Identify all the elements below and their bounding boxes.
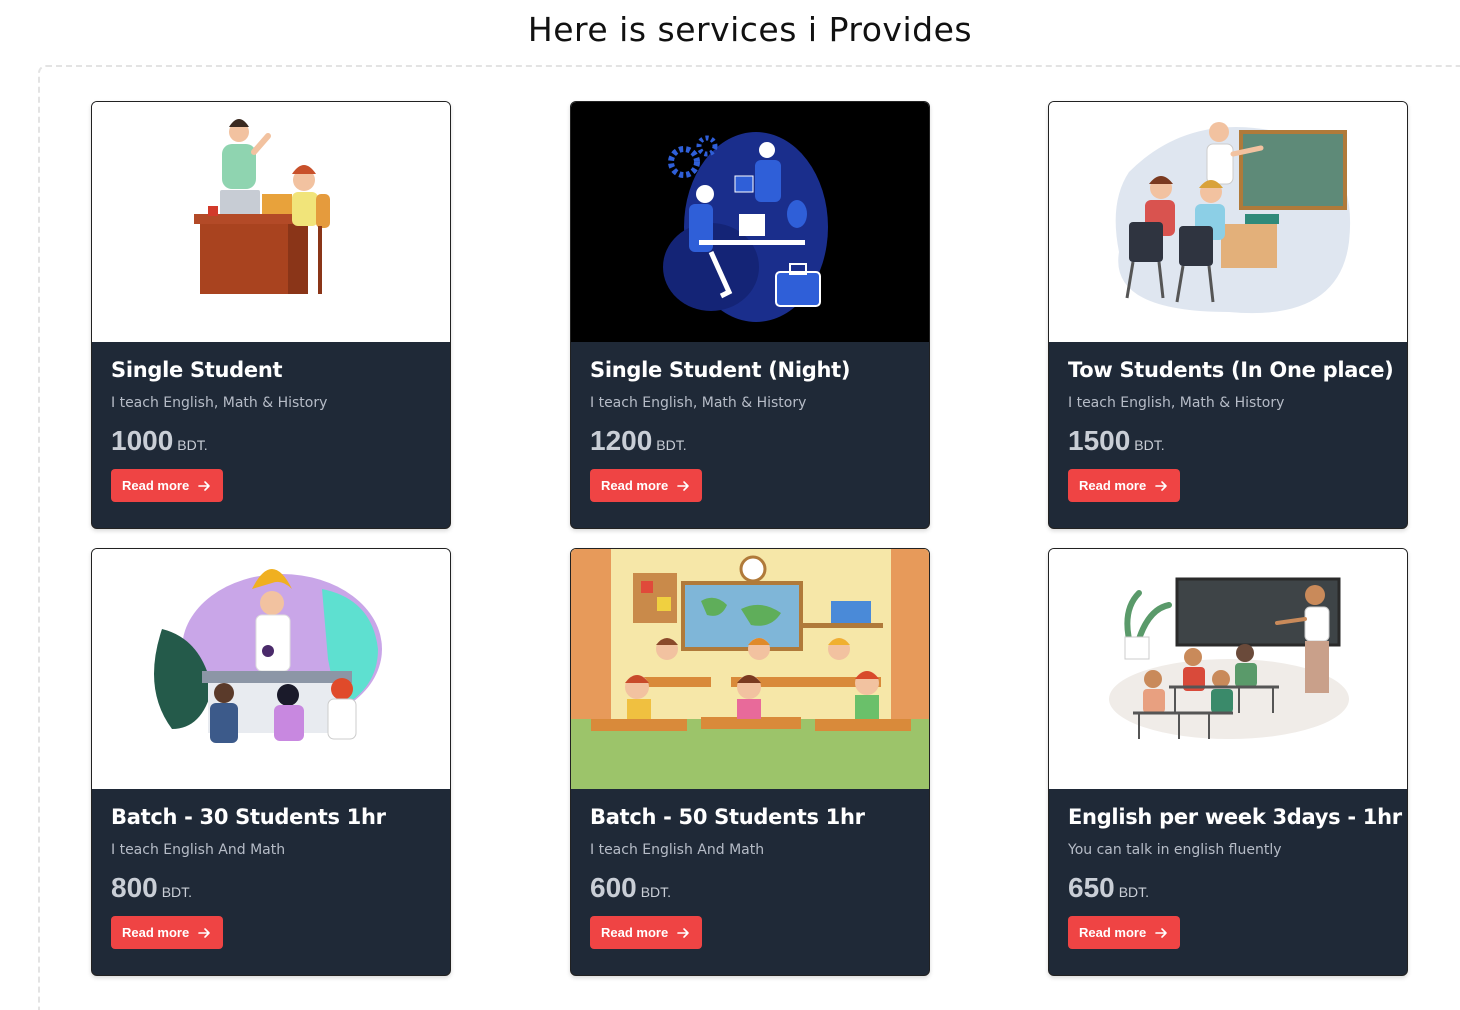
read-more-label: Read more — [601, 478, 669, 493]
card-description: I teach English And Math — [111, 842, 286, 858]
card-title: English per week 3days - 1hr — [1068, 805, 1402, 829]
price-value: 650 — [1068, 872, 1115, 903]
price-row: 800 BDT. — [111, 872, 431, 904]
price-unit: BDT. — [177, 437, 208, 453]
price-unit: BDT. — [161, 884, 193, 900]
card-title: Single Student — [111, 358, 283, 382]
price-value: 1000 — [111, 425, 174, 456]
arrow-right-icon — [198, 927, 211, 938]
card-title: Tow Students (In One place) — [1068, 358, 1394, 382]
classroom-two-students-illustration — [1049, 102, 1407, 342]
card-title: Single Student (Night) — [590, 358, 851, 382]
arrow-right-icon — [1155, 927, 1168, 938]
card-description: I teach English, Math & History — [1068, 395, 1285, 411]
card-description: I teach English, Math & History — [111, 395, 328, 411]
card-description: I teach English And Math — [590, 842, 765, 858]
read-more-label: Read more — [122, 478, 190, 493]
service-card-batch-50: Batch - 50 Students 1hr I teach English … — [570, 548, 930, 976]
kids-classroom-illustration — [571, 549, 929, 789]
price-value: 800 — [111, 872, 158, 903]
service-card-two-students: Tow Students (In One place) I teach Engl… — [1048, 101, 1408, 529]
service-card-single-student-night: Single Student (Night) I teach English, … — [570, 101, 930, 529]
card-title: Batch - 30 Students 1hr — [111, 805, 386, 829]
price-unit: BDT. — [1118, 884, 1150, 900]
page-title: Here is services i Provides — [527, 10, 973, 49]
price-unit: BDT. — [1134, 437, 1165, 453]
service-card-batch-30: Batch - 30 Students 1hr I teach English … — [91, 548, 451, 976]
card-title: Batch - 50 Students 1hr — [590, 805, 865, 829]
english-class-blackboard-illustration — [1049, 549, 1407, 789]
service-card-single-student: Single Student I teach English, Math & H… — [91, 101, 451, 529]
price-value: 1200 — [590, 425, 653, 456]
tutor-with-student-illustration — [92, 102, 450, 342]
read-more-label: Read more — [122, 925, 190, 940]
night-study-illustration — [571, 102, 929, 342]
arrow-right-icon — [677, 480, 690, 491]
price-unit: BDT. — [656, 437, 687, 453]
read-more-button[interactable]: Read more — [590, 469, 703, 502]
read-more-label: Read more — [1079, 925, 1147, 940]
price-row: 1500 BDT. — [1068, 425, 1388, 457]
read-more-label: Read more — [1079, 478, 1147, 493]
price-row: 1000 BDT. — [111, 425, 431, 457]
read-more-button[interactable]: Read more — [1068, 469, 1181, 502]
read-more-button[interactable]: Read more — [1068, 916, 1181, 949]
science-teacher-batch-illustration — [92, 549, 450, 789]
price-row: 650 BDT. — [1068, 872, 1388, 904]
read-more-label: Read more — [601, 925, 669, 940]
price-row: 600 BDT. — [590, 872, 910, 904]
price-unit: BDT. — [640, 884, 672, 900]
read-more-button[interactable]: Read more — [111, 916, 224, 949]
price-row: 1200 BDT. — [590, 425, 910, 457]
service-card-english-weekly: English per week 3days - 1hr You can tal… — [1048, 548, 1408, 976]
arrow-right-icon — [1155, 480, 1168, 491]
arrow-right-icon — [198, 480, 211, 491]
price-value: 1500 — [1068, 425, 1131, 456]
price-value: 600 — [590, 872, 637, 903]
read-more-button[interactable]: Read more — [590, 916, 703, 949]
read-more-button[interactable]: Read more — [111, 469, 224, 502]
arrow-right-icon — [677, 927, 690, 938]
card-description: You can talk in english fluently — [1068, 842, 1282, 858]
card-description: I teach English, Math & History — [590, 395, 807, 411]
